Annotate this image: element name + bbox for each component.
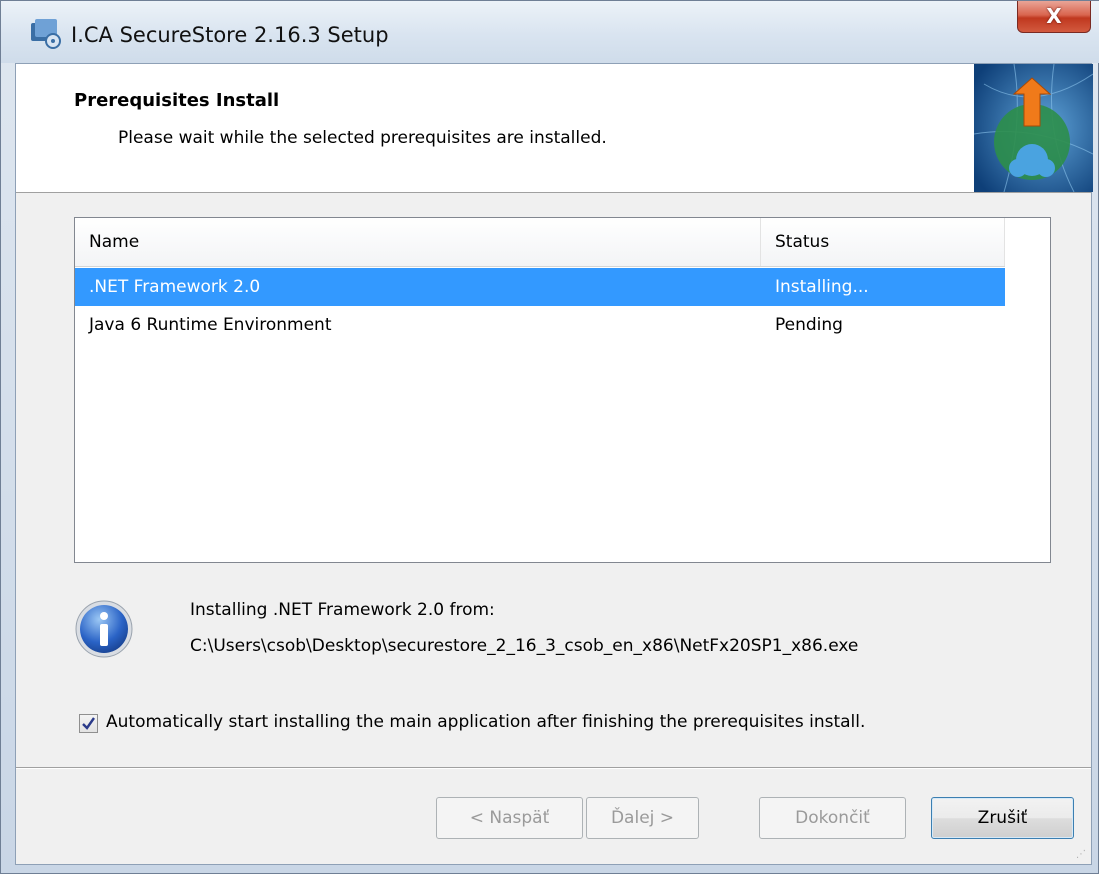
column-header-name[interactable]: Name [75, 218, 761, 266]
column-header-status[interactable]: Status [761, 218, 1005, 266]
checkmark-icon [82, 717, 95, 730]
install-source-label: Installing .NET Framework 2.0 from: [190, 600, 495, 620]
setup-app-icon [31, 19, 61, 49]
dialog-client-area: Prerequisites Install Please wait while … [15, 63, 1093, 865]
row-name: .NET Framework 2.0 [89, 277, 261, 297]
dialog-header: Prerequisites Install Please wait while … [16, 64, 1093, 193]
finish-button[interactable]: Dokončiť [759, 797, 906, 839]
resize-grip-icon[interactable]: ⋰ [1076, 849, 1086, 860]
row-status: Installing... [775, 277, 869, 297]
prerequisites-list[interactable]: Name Status .NET Framework 2.0 Installin… [74, 217, 1051, 563]
auto-start-checkbox[interactable] [79, 714, 98, 733]
auto-start-label[interactable]: Automatically start installing the main … [106, 712, 865, 732]
window-title: I.CA SecureStore 2.16.3 Setup [71, 23, 389, 47]
info-icon [75, 600, 133, 658]
install-source-path: C:\Users\csob\Desktop\securestore_2_16_3… [190, 636, 859, 656]
page-title: Prerequisites Install [74, 90, 280, 111]
next-button[interactable]: Ďalej > [586, 797, 699, 839]
page-subtitle: Please wait while the selected prerequis… [118, 128, 607, 148]
list-header: Name Status [75, 218, 1005, 267]
footer-separator [16, 767, 1091, 769]
row-name: Java 6 Runtime Environment [89, 315, 332, 335]
close-icon: X [1046, 4, 1062, 28]
close-button[interactable]: X [1017, 1, 1091, 33]
title-bar[interactable]: I.CA SecureStore 2.16.3 Setup X [1, 1, 1099, 63]
window-frame: I.CA SecureStore 2.16.3 Setup X Prerequi… [0, 0, 1099, 874]
installer-logo-icon [974, 64, 1093, 192]
row-status: Pending [775, 315, 843, 335]
list-rows: .NET Framework 2.0 Installing... Java 6 … [75, 268, 1005, 344]
back-button[interactable]: < Naspäť [436, 797, 583, 839]
cancel-button[interactable]: Zrušiť [931, 797, 1074, 839]
list-row[interactable]: Java 6 Runtime Environment Pending [75, 306, 1005, 344]
list-row[interactable]: .NET Framework 2.0 Installing... [75, 268, 1005, 306]
